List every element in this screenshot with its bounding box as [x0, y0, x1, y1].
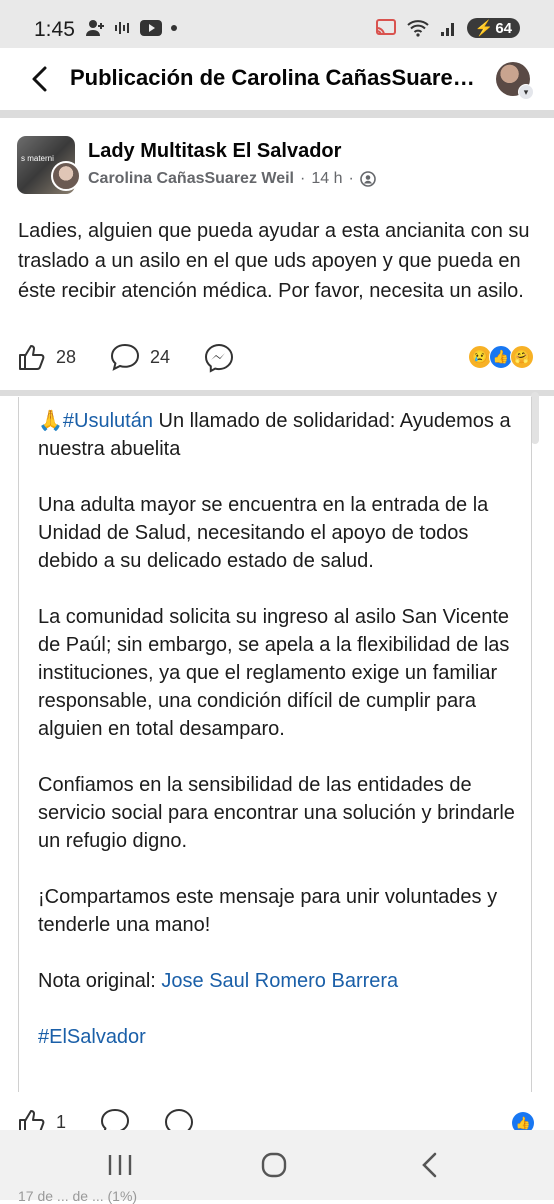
- shared-intro: 🙏#Usulután Un llamado de solidaridad: Ay…: [38, 407, 518, 463]
- status-time: 1:45: [34, 18, 75, 41]
- hashtag-usulutan[interactable]: #Usulután: [63, 410, 153, 432]
- comment-count: 24: [150, 346, 171, 367]
- battery-indicator: ⚡ 64: [466, 18, 520, 38]
- messenger-icon: [204, 343, 234, 373]
- comment-button[interactable]: 24: [110, 343, 170, 371]
- shared-paragraph: ¡Compartamos este mensaje para unir volu…: [38, 886, 498, 936]
- hashtag-line: #ElSalvador: [38, 1023, 518, 1051]
- home-icon[interactable]: [254, 1148, 294, 1182]
- dot-icon: [171, 25, 177, 31]
- scrollbar[interactable]: [531, 392, 539, 444]
- shared-post[interactable]: 🙏#Usulután Un llamado de solidaridad: Ay…: [18, 397, 532, 1092]
- signal-icon: [440, 23, 454, 36]
- hashtag-elsalvador[interactable]: #ElSalvador: [38, 1026, 146, 1048]
- like-icon: [19, 345, 45, 370]
- status-bar: 1:45 ⚡ 64: [0, 0, 554, 48]
- shared-paragraph: Una adulta mayor se encuentra en la entr…: [38, 494, 489, 572]
- meta-separator: ·: [348, 170, 354, 187]
- meta-separator: ·: [300, 170, 306, 187]
- shared-paragraph: La comunidad solicita su ingreso al asil…: [38, 606, 510, 740]
- group-avatar-text: s materni: [21, 154, 54, 163]
- care-reaction-icon: 🤗: [510, 345, 534, 369]
- pray-emoji-icon: 🙏: [38, 410, 63, 432]
- like-button[interactable]: 28: [18, 343, 76, 371]
- comment-icon: [110, 343, 140, 371]
- recent-apps-icon[interactable]: [100, 1148, 140, 1182]
- original-note: Nota original: Jose Saul Romero Barrera: [38, 967, 518, 995]
- shared-post-text: 🙏#Usulután Un llamado de solidaridad: Ay…: [38, 407, 518, 1079]
- friends-icon: [359, 171, 376, 187]
- post-header: Publicación de Carolina CañasSuarez Weil…: [0, 48, 554, 110]
- author-line: Carolina CañasSuarez Weil · 14 h ·: [88, 170, 376, 188]
- back-arrow-icon[interactable]: [26, 64, 56, 94]
- post-text: Ladies, alguien que pueda ayudar a esta …: [18, 220, 530, 302]
- author-name[interactable]: Carolina CañasSuarez Weil: [88, 170, 294, 188]
- post-actions: 28 24 😢 👍 🤗: [18, 343, 538, 377]
- voicemail-icon: [115, 22, 129, 34]
- post-divider: [0, 390, 554, 396]
- back-nav-icon[interactable]: [410, 1148, 450, 1182]
- shared-paragraph: Confiamos en la sensibilidad de las enti…: [38, 774, 515, 852]
- original-author-link[interactable]: Jose Saul Romero Barrera: [161, 970, 398, 992]
- page-title: Publicación de Carolina CañasSuarez Weil: [70, 65, 480, 90]
- like-count: 28: [56, 346, 77, 367]
- note-label: Nota original:: [38, 970, 162, 992]
- wifi-icon: [406, 20, 429, 37]
- author-avatar[interactable]: [51, 161, 81, 191]
- reaction-summary[interactable]: 😢 👍 🤗: [468, 345, 534, 369]
- group-name[interactable]: Lady Multitask El Salvador: [88, 140, 341, 163]
- messenger-share-button[interactable]: [204, 343, 234, 373]
- youtube-icon: [140, 20, 162, 36]
- chevron-down-icon[interactable]: ▾: [518, 84, 534, 100]
- battery-level: 64: [495, 19, 512, 37]
- underlying-text-peek: 17 de ... de ... (1%): [18, 1188, 138, 1204]
- header-divider: [0, 110, 554, 118]
- cast-icon: [375, 19, 396, 36]
- post-time[interactable]: 14 h: [311, 170, 342, 188]
- person-add-icon: [86, 20, 104, 36]
